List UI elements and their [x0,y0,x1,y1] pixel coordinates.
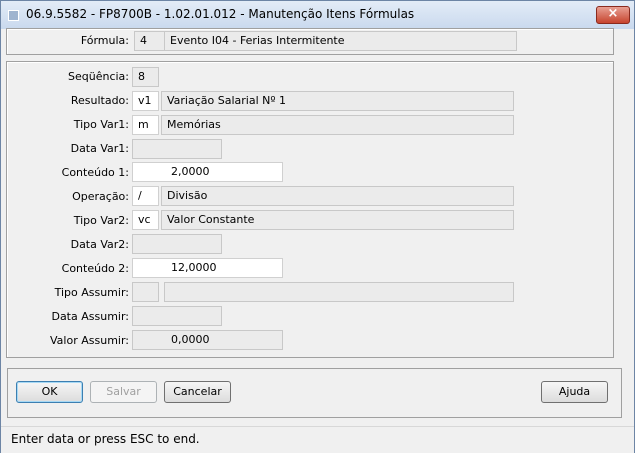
conteudo1-input[interactable]: 2,0000 [132,162,283,182]
formula-code-field: 4 [134,31,166,51]
tipo-assumir-code-field [132,282,159,302]
salvar-button[interactable]: Salvar [90,381,157,403]
operacao-code-input[interactable]: / [132,186,159,206]
operacao-label: Operação: [72,190,129,203]
resultado-description-field: Variação Salarial Nº 1 [161,91,514,111]
valor-assumir-label: Valor Assumir: [50,334,129,347]
dialog-window: 06.9.5582 - FP8700B - 1.02.01.012 - Manu… [0,0,635,453]
close-button[interactable]: × [596,6,630,24]
operacao-description-field: Divisão [161,186,514,206]
app-icon [8,10,19,21]
formula-description-field: Evento I04 - Ferias Intermitente [164,31,517,51]
conteudo2-input[interactable]: 12,0000 [132,258,283,278]
title-bar: 06.9.5582 - FP8700B - 1.02.01.012 - Manu… [1,1,634,29]
ajuda-button[interactable]: Ajuda [541,381,608,403]
tipo-var1-code-input[interactable]: m [132,115,159,135]
tipo-var2-code-input[interactable]: vc [132,210,159,230]
sequencia-label: Seqüência: [68,70,129,83]
resultado-label: Resultado: [70,94,129,107]
valor-assumir-field: 0,0000 [132,330,283,350]
sequencia-field: 8 [132,67,159,87]
tipo-var2-label: Tipo Var2: [73,214,129,227]
data-var2-label: Data Var2: [70,238,129,251]
tipo-assumir-description-field [164,282,514,302]
tipo-var1-label: Tipo Var1: [73,118,129,131]
ok-button[interactable]: OK [16,381,83,403]
conteudo1-label: Conteúdo 1: [61,166,129,179]
status-bar: Enter data or press ESC to end. [1,426,634,453]
tipo-var2-description-field: Valor Constante [161,210,514,230]
window-title: 06.9.5582 - FP8700B - 1.02.01.012 - Manu… [26,7,415,21]
tipo-var1-description-field: Memórias [161,115,514,135]
data-var1-label: Data Var1: [70,142,129,155]
formula-label: Fórmula: [80,34,129,47]
close-icon: × [607,6,619,21]
resultado-code-input[interactable]: v1 [132,91,159,111]
data-assumir-label: Data Assumir: [51,310,129,323]
data-assumir-field [132,306,222,326]
conteudo2-label: Conteúdo 2: [61,262,129,275]
tipo-assumir-label: Tipo Assumir: [54,286,129,299]
data-var2-field [132,234,222,254]
cancelar-button[interactable]: Cancelar [164,381,231,403]
data-var1-field [132,139,222,159]
status-text: Enter data or press ESC to end. [11,432,200,446]
